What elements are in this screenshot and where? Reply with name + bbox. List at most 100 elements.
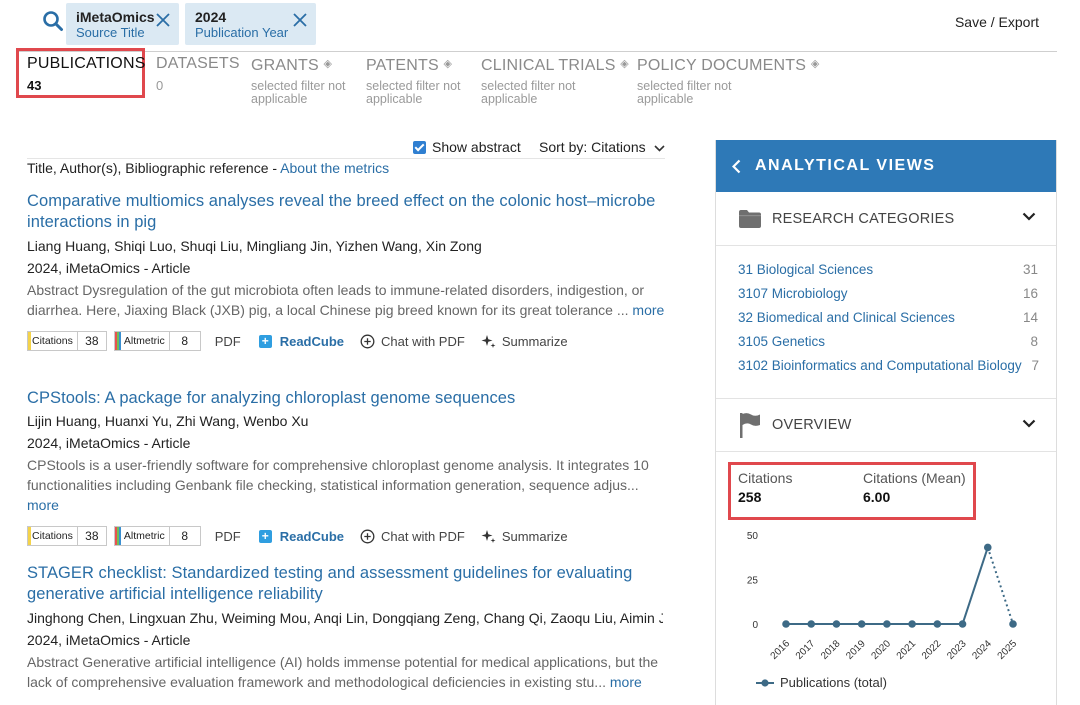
data-point	[958, 620, 967, 628]
tab-publications[interactable]: PUBLICATIONS 43	[27, 55, 146, 93]
readcube-label: ReadCube	[279, 528, 344, 544]
list-item: Comparative multiomics analyses reveal t…	[27, 191, 667, 352]
sparkle-icon	[481, 529, 496, 543]
save-export-button[interactable]: Save / Export	[955, 14, 1039, 30]
readcube-button[interactable]: + ReadCube	[258, 334, 344, 349]
about-metrics-link[interactable]: About the metrics	[280, 160, 389, 176]
chat-label: Chat with PDF	[381, 333, 465, 349]
x-tick-label: 2022	[920, 638, 944, 662]
research-categories-header[interactable]: RESEARCH CATEGORIES	[716, 192, 1056, 246]
data-point	[883, 620, 891, 628]
more-link[interactable]: more	[27, 497, 59, 513]
category-name: 32 Biomedical and Clinical Sciences	[738, 310, 955, 325]
close-icon[interactable]	[293, 13, 307, 27]
chevron-down-icon[interactable]	[1022, 419, 1036, 428]
category-name: 3102 Bioinformatics and Computational Bi…	[738, 358, 1022, 373]
citations-badge[interactable]: Citations 38	[27, 526, 107, 546]
altmetric-score: 8	[181, 334, 189, 348]
readcube-button[interactable]: + ReadCube	[258, 528, 344, 544]
tab-datasets[interactable]: DATASETS 0	[156, 55, 240, 93]
diamond-icon: ◈	[443, 58, 453, 70]
altmetric-badge[interactable]: Altmetric 8	[113, 331, 201, 351]
close-icon[interactable]	[156, 13, 170, 27]
altmetric-badge-label: Altmetric	[114, 527, 170, 545]
citations-badge-label: Citations	[28, 527, 78, 545]
checkbox-icon[interactable]	[413, 140, 426, 154]
x-tick-label: 2025	[996, 638, 1020, 662]
pdf-link[interactable]: PDF	[215, 334, 241, 349]
result-title-link[interactable]: Comparative multiomics analyses reveal t…	[27, 191, 667, 233]
tab-policy-documents[interactable]: POLICY DOCUMENTS ◈ selected filter not a…	[637, 55, 819, 106]
divider	[27, 158, 665, 159]
analytical-views-header[interactable]: ANALYTICAL VIEWS	[716, 140, 1056, 192]
result-abstract: CPStools is a user-friendly software for…	[27, 455, 667, 515]
tab-patents[interactable]: PATENTS ◈ selected filter not applicable	[366, 55, 481, 106]
category-name: 3107 Microbiology	[738, 286, 848, 301]
panel-title: ANALYTICAL VIEWS	[755, 157, 936, 174]
category-row[interactable]: 31 Biological Sciences 31	[738, 262, 1038, 277]
result-title-link[interactable]: STAGER checklist: Standardized testing a…	[27, 563, 667, 605]
list-header-text: Title, Author(s), Bibliographic referenc…	[27, 160, 278, 176]
chevron-left-icon[interactable]	[732, 159, 741, 174]
filter-chip-source-title: iMetaOmics Source Title	[66, 3, 179, 45]
show-abstract-toggle[interactable]: Show abstract	[413, 139, 521, 155]
category-row[interactable]: 3105 Genetics 8	[738, 334, 1038, 349]
altmetric-badge[interactable]: Altmetric 8	[113, 526, 201, 546]
citations-value: 258	[738, 489, 762, 505]
tab-label: PUBLICATIONS	[27, 55, 146, 72]
data-point	[832, 620, 841, 628]
sort-dropdown[interactable]: Sort by: Citations	[539, 139, 665, 155]
sort-label: Sort by:	[539, 139, 588, 155]
series-segment	[986, 547, 1014, 625]
category-row[interactable]: 3102 Bioinformatics and Computational Bi…	[738, 358, 1039, 373]
result-abstract: Abstract Dysregulation of the gut microb…	[27, 280, 667, 320]
search-icon[interactable]	[42, 10, 64, 32]
data-point	[782, 620, 790, 628]
abstract-text: CPStools is a user-friendly software for…	[27, 457, 649, 493]
sparkle-icon	[481, 334, 496, 348]
chevron-down-icon[interactable]	[1022, 212, 1036, 221]
data-point	[1009, 620, 1017, 628]
tab-count: 0	[156, 78, 164, 93]
result-title-link[interactable]: CPStools: A package for analyzing chloro…	[27, 388, 667, 409]
x-tick-label: 2018	[819, 638, 843, 662]
category-row[interactable]: 32 Biomedical and Clinical Sciences 14	[738, 310, 1038, 325]
tab-label: CLINICAL TRIALS	[481, 57, 616, 74]
chat-with-pdf-button[interactable]: Chat with PDF	[360, 334, 465, 349]
research-categories-label: RESEARCH CATEGORIES	[772, 210, 955, 227]
summarize-label: Summarize	[501, 528, 568, 544]
category-count: 14	[1022, 310, 1038, 325]
pdf-link[interactable]: PDF	[215, 529, 241, 544]
data-point	[908, 620, 916, 628]
result-meta: 2024, iMetaOmics - Article	[27, 260, 191, 276]
tab-clinical-trials[interactable]: CLINICAL TRIALS ◈ selected filter not ap…	[481, 55, 629, 106]
result-actions: Citations 38 Altmetric 8 PDF + ReadCube …	[27, 525, 667, 547]
result-meta: 2024, iMetaOmics - Article	[27, 632, 191, 648]
more-link[interactable]: more	[610, 674, 642, 690]
category-count: 7	[1031, 358, 1039, 373]
x-tick-label: 2024	[970, 638, 994, 662]
legend-label: Publications (total)	[780, 675, 887, 690]
summarize-button[interactable]: Summarize	[481, 334, 568, 349]
chat-with-pdf-button[interactable]: Chat with PDF	[360, 529, 465, 544]
more-link[interactable]: more	[632, 302, 664, 318]
tab-not-applicable: selected filter not applicable	[366, 79, 461, 106]
citations-mean-value: 6.00	[863, 489, 891, 505]
altmetric-score: 8	[181, 529, 189, 543]
citations-label: Citations	[738, 470, 793, 486]
category-row[interactable]: 3107 Microbiology 16	[738, 286, 1038, 301]
category-count: 8	[1030, 334, 1038, 349]
legend-marker	[756, 678, 774, 687]
summarize-button[interactable]: Summarize	[481, 529, 568, 544]
overview-header[interactable]: OVERVIEW	[716, 398, 1056, 452]
plus-icon: +	[258, 529, 272, 543]
citations-badge[interactable]: Citations 38	[27, 331, 107, 351]
diamond-icon: ◈	[810, 58, 820, 70]
show-abstract-label: Show abstract	[432, 139, 521, 155]
tab-not-applicable: selected filter not applicable	[481, 79, 576, 106]
category-name: 3105 Genetics	[738, 334, 826, 349]
result-authors: Lijin Huang, Huanxi Yu, Zhi Wang, Wenbo …	[27, 413, 309, 429]
tab-grants[interactable]: GRANTS ◈ selected filter not applicable	[251, 55, 366, 106]
filter-chip-publication-year: 2024 Publication Year	[185, 3, 316, 45]
category-name: 31 Biological Sciences	[738, 262, 874, 277]
